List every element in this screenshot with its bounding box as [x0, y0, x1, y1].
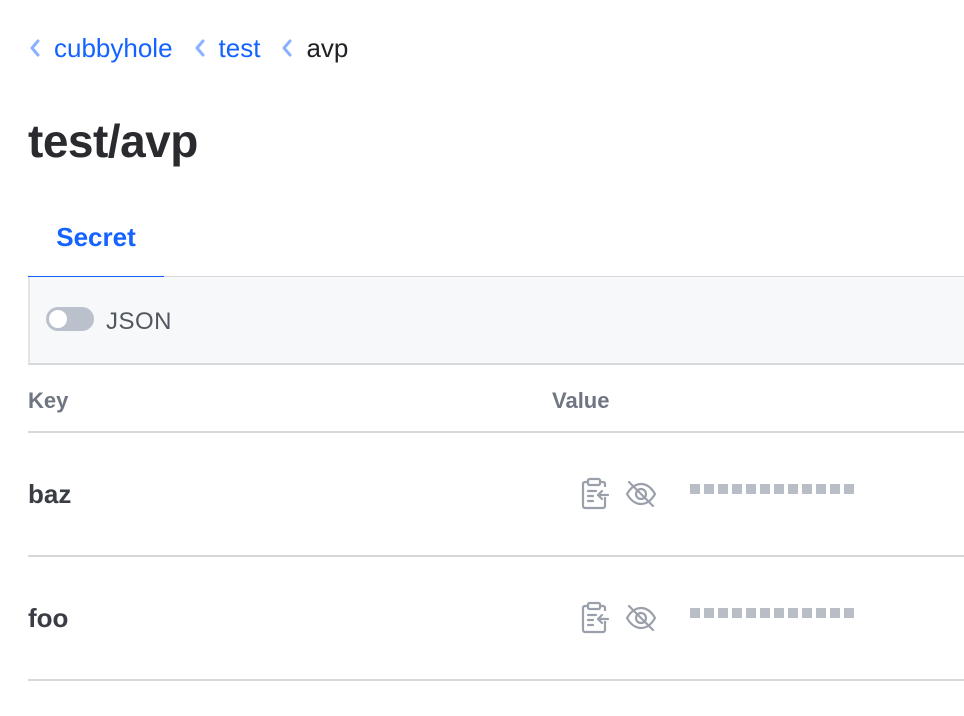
- chevron-left-icon: [195, 39, 205, 57]
- clipboard-copy-icon: [581, 601, 609, 634]
- breadcrumb-item-test: test: [193, 30, 261, 66]
- chevron-left-icon: [282, 39, 292, 57]
- eye-off-icon: [625, 604, 657, 632]
- table-row: foo: [28, 557, 964, 681]
- reveal-button[interactable]: [624, 477, 658, 511]
- breadcrumb-link-cubbyhole[interactable]: cubbyhole: [54, 30, 173, 66]
- secret-key: foo: [28, 603, 69, 633]
- reveal-button[interactable]: [624, 601, 658, 635]
- toolbar: JSON: [28, 277, 964, 365]
- breadcrumb: cubbyhole test avp: [28, 30, 368, 66]
- copy-button[interactable]: [577, 601, 611, 635]
- masked-value: [690, 484, 854, 494]
- json-toggle-label: JSON: [106, 308, 173, 335]
- eye-off-icon: [625, 480, 657, 508]
- tab-bar: Secret: [28, 198, 964, 280]
- chevron-left-icon: [30, 39, 40, 57]
- toggle-knob: [49, 310, 67, 328]
- breadcrumb-item-cubbyhole: cubbyhole: [28, 30, 173, 66]
- secret-key: baz: [28, 479, 72, 509]
- breadcrumb-current: avp: [306, 33, 349, 63]
- breadcrumb-link-test[interactable]: test: [219, 30, 261, 66]
- column-header-key: Key: [28, 388, 69, 413]
- column-header-value: Value: [552, 388, 610, 413]
- json-toggle[interactable]: [46, 307, 94, 331]
- page-title: test/avp: [28, 115, 198, 167]
- breadcrumb-item-avp: avp: [280, 30, 348, 66]
- tab-secret[interactable]: Secret: [28, 198, 164, 280]
- masked-value: [690, 608, 854, 618]
- clipboard-copy-icon: [581, 477, 609, 510]
- table-row: baz: [28, 433, 964, 557]
- copy-button[interactable]: [577, 477, 611, 511]
- table-header: Key Value: [28, 367, 964, 433]
